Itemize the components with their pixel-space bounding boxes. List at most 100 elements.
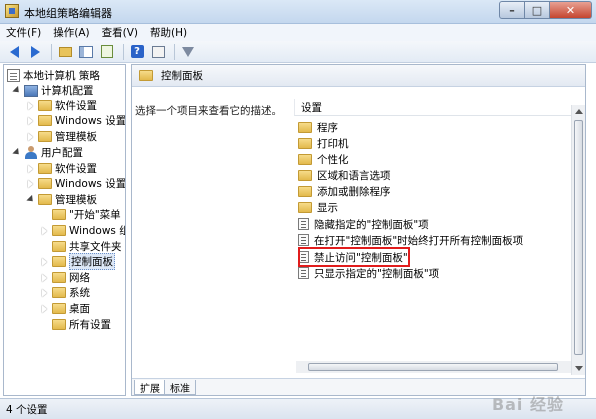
tree-root[interactable]: 本地计算机 策略: [7, 68, 100, 83]
scroll-down-icon[interactable]: [575, 366, 583, 371]
window-controls: – □ ✕: [499, 1, 592, 19]
filter-button[interactable]: [179, 44, 197, 60]
policy-setting-icon: [298, 267, 309, 279]
minimize-button[interactable]: –: [499, 1, 525, 19]
folder-icon: [298, 153, 312, 165]
collapse-toggle-icon[interactable]: [26, 101, 35, 110]
column-header-setting[interactable]: 设置: [294, 99, 585, 116]
tree-item-shared-folders[interactable]: 共享文件夹: [40, 239, 122, 254]
tree-item-user-config[interactable]: 用户配置: [12, 145, 83, 160]
group-policy-app-icon: [5, 4, 19, 18]
up-folder-button[interactable]: [56, 44, 74, 60]
folder-icon: [52, 256, 66, 267]
back-arrow-icon: [9, 45, 19, 58]
folder-icon: [298, 185, 312, 197]
tree-item-all-settings[interactable]: 所有设置: [40, 317, 111, 332]
list-item[interactable]: 个性化: [298, 151, 349, 167]
tree-label: 计算机配置: [41, 85, 94, 97]
menu-view[interactable]: 查看(V): [102, 25, 138, 40]
highlight-annotation: [298, 247, 410, 267]
list-item[interactable]: 添加或删除程序: [298, 183, 391, 199]
collapse-toggle-icon[interactable]: [26, 179, 35, 188]
collapse-toggle-icon[interactable]: [40, 288, 49, 297]
properties-button[interactable]: [149, 44, 167, 60]
show-hide-tree-button[interactable]: [77, 44, 95, 60]
list-item[interactable]: 在打开"控制面板"时始终打开所有控制面板项: [298, 232, 523, 248]
menu-file[interactable]: 文件(F): [6, 25, 41, 40]
tree-item-cc-software[interactable]: 软件设置: [26, 98, 97, 113]
tab-label: 扩展: [140, 383, 160, 395]
list-item-label: 区域和语言选项: [317, 169, 391, 182]
scroll-up-icon[interactable]: [575, 109, 583, 114]
folder-icon: [38, 100, 52, 111]
collapse-toggle-icon[interactable]: [26, 116, 35, 125]
close-button[interactable]: ✕: [550, 1, 592, 19]
menu-bar: 文件(F) 操作(A) 查看(V) 帮助(H): [0, 24, 596, 41]
tree-item-desktop[interactable]: 桌面: [40, 301, 90, 316]
list-item[interactable]: 打印机: [298, 135, 349, 151]
list-item[interactable]: 区域和语言选项: [298, 167, 391, 183]
back-button[interactable]: [5, 44, 23, 60]
collapse-toggle-icon[interactable]: [26, 132, 35, 141]
list-item[interactable]: 显示: [298, 199, 338, 215]
list-item[interactable]: 只显示指定的"控制面板"项: [298, 265, 439, 281]
tree-item-uc-windows[interactable]: Windows 设置: [26, 176, 125, 191]
tree-label: 本地计算机 策略: [23, 70, 100, 82]
collapse-toggle-icon[interactable]: [40, 226, 49, 235]
forward-button[interactable]: [26, 44, 44, 60]
tree-item-network[interactable]: 网络: [40, 270, 90, 285]
toolbar: ?: [0, 41, 596, 63]
expand-toggle-icon[interactable]: [12, 148, 21, 157]
policy-setting-icon: [298, 218, 309, 230]
list-item-label: 显示: [317, 201, 338, 214]
collapse-toggle-icon[interactable]: [40, 257, 49, 266]
status-text: 4 个设置: [6, 403, 48, 416]
details-pane: 控制面板 选择一个项目来查看它的描述。 设置 程序 打印机 个性化 区域和语言选…: [131, 64, 586, 396]
horizontal-scrollbar[interactable]: [296, 361, 571, 373]
collapse-toggle-icon[interactable]: [26, 164, 35, 173]
folder-icon: [52, 272, 66, 283]
up-folder-icon: [58, 46, 72, 57]
expand-toggle-icon[interactable]: [26, 195, 35, 204]
tab-extended[interactable]: 扩展: [134, 380, 166, 395]
computer-icon: [24, 84, 38, 97]
tab-standard[interactable]: 标准: [164, 380, 196, 395]
list-item[interactable]: 程序: [298, 119, 338, 135]
forward-arrow-icon: [30, 45, 40, 58]
tree-item-uc-software[interactable]: 软件设置: [26, 161, 97, 176]
export-list-button[interactable]: [98, 44, 116, 60]
menu-action[interactable]: 操作(A): [53, 25, 89, 40]
tree-item-cc-windows[interactable]: Windows 设置: [26, 113, 125, 128]
list-item-label: 打印机: [317, 137, 349, 150]
console-tree[interactable]: 本地计算机 策略 计算机配置 软件设置 Windows 设置 管理模板 用户配置…: [3, 64, 126, 396]
folder-icon: [38, 194, 52, 205]
tree-label: 管理模板: [55, 194, 97, 206]
tree-item-system[interactable]: 系统: [40, 285, 90, 300]
scrollbar-thumb[interactable]: [308, 363, 558, 371]
tree-item-windows-components[interactable]: Windows 组: [40, 223, 125, 238]
vertical-scrollbar[interactable]: [571, 105, 585, 375]
properties-icon: [151, 45, 165, 58]
show-hide-tree-icon: [79, 45, 93, 58]
maximize-button[interactable]: □: [525, 1, 550, 19]
tree-item-start-menu[interactable]: "开始"菜单: [40, 207, 121, 222]
tree-item-cc-admin[interactable]: 管理模板: [26, 129, 97, 144]
collapse-toggle-icon[interactable]: [40, 273, 49, 282]
tree-item-computer-config[interactable]: 计算机配置: [12, 83, 94, 98]
expand-toggle-icon[interactable]: [12, 86, 21, 95]
list-item-label: 在打开"控制面板"时始终打开所有控制面板项: [314, 234, 524, 247]
help-button[interactable]: ?: [128, 44, 146, 60]
list-item[interactable]: 隐藏指定的"控制面板"项: [298, 216, 429, 232]
tree-item-uc-admin[interactable]: 管理模板: [26, 192, 97, 207]
folder-icon: [52, 287, 66, 298]
menu-help[interactable]: 帮助(H): [150, 25, 187, 40]
toolbar-separator: [51, 43, 52, 60]
tree-item-control-panel[interactable]: 控制面板: [40, 253, 115, 270]
list-item-label: 个性化: [317, 153, 349, 166]
folder-icon: [52, 241, 66, 252]
collapse-toggle-icon[interactable]: [40, 304, 49, 313]
scrollbar-thumb[interactable]: [574, 120, 583, 355]
